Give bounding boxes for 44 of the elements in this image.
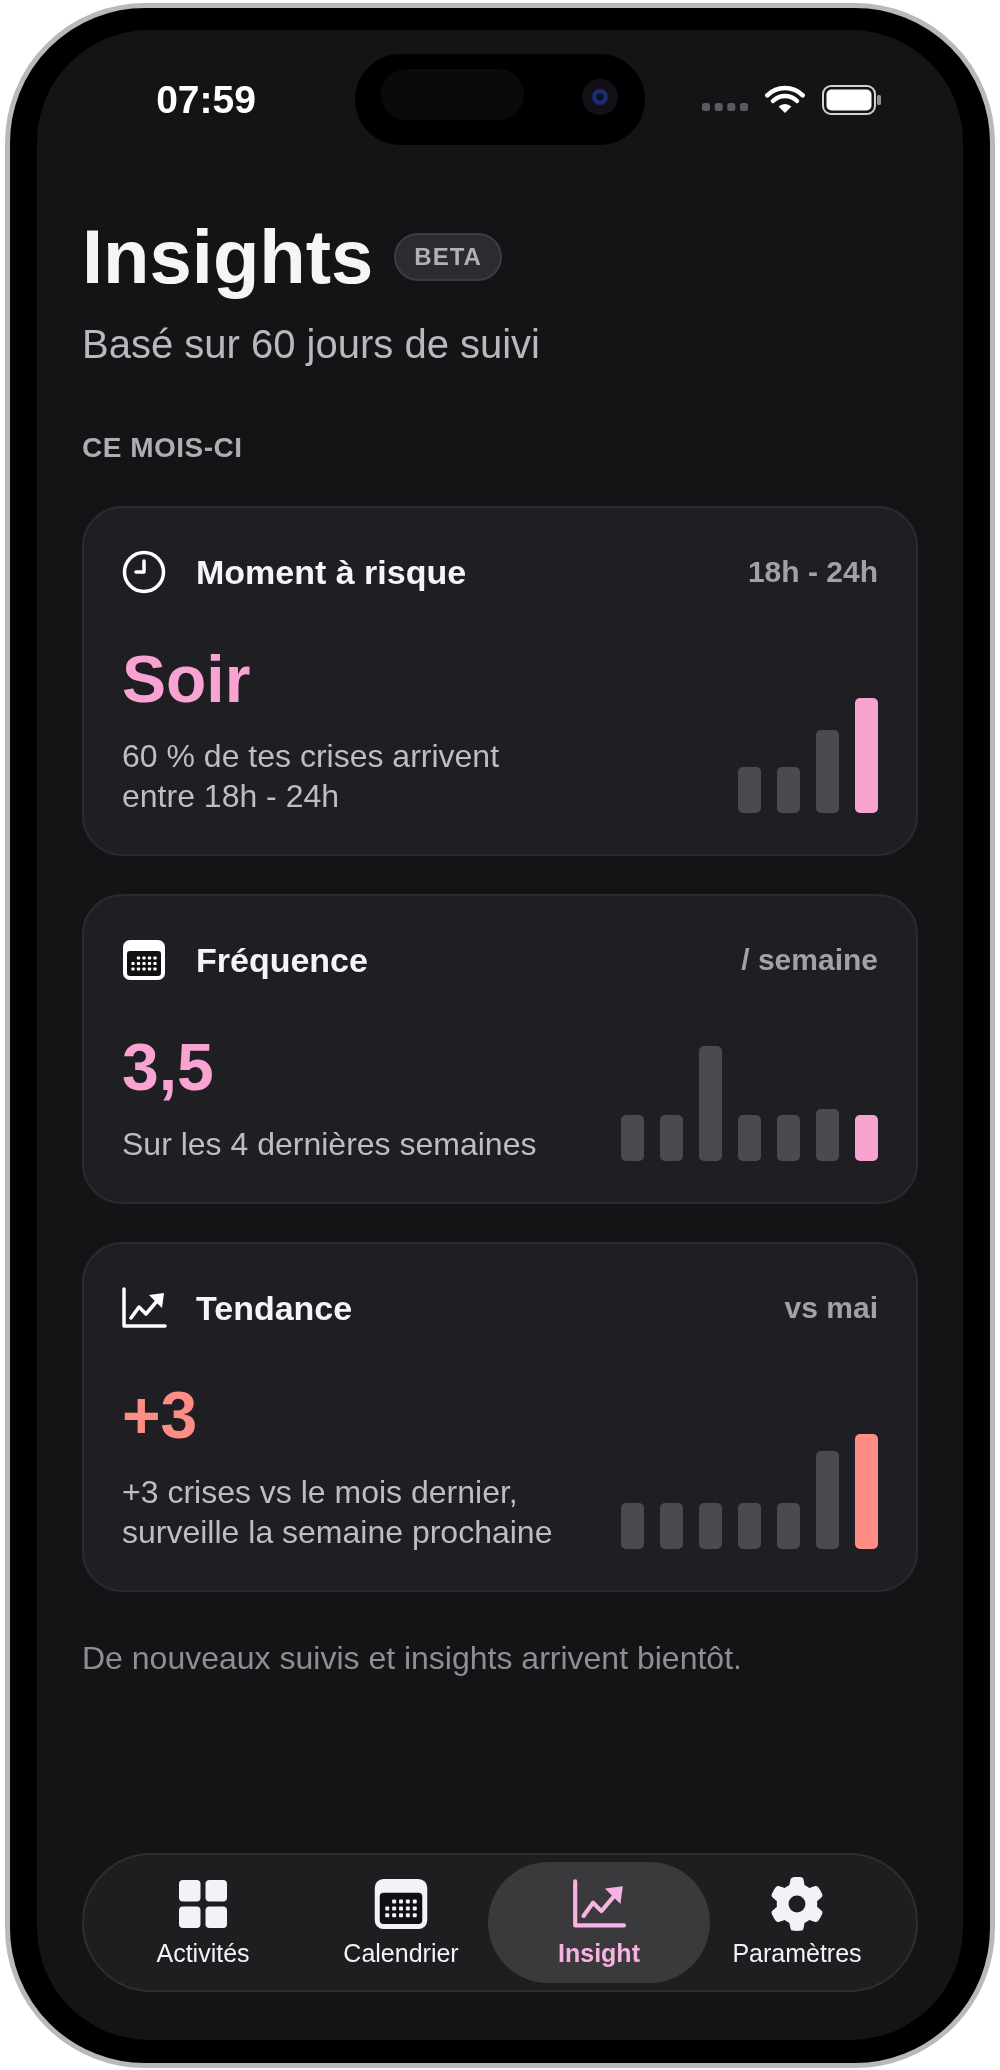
tab[interactable]: Paramètres bbox=[722, 1862, 872, 1983]
footer-note: De nouveaux suivis et insights arrivent bientôt. bbox=[82, 1642, 742, 1674]
card-description: 60 % de tes crises arrivent entre 18h - 24h bbox=[122, 737, 501, 816]
chart-bar bbox=[699, 1503, 722, 1549]
chart-bar bbox=[621, 1503, 644, 1549]
wifi-icon bbox=[765, 85, 805, 114]
battery-icon bbox=[822, 84, 882, 115]
card-value: 3,5 bbox=[122, 1034, 214, 1100]
card-value: Soir bbox=[122, 646, 251, 712]
chart-bar bbox=[777, 767, 800, 813]
card-meta: 18h - 24h bbox=[747, 557, 878, 587]
tab[interactable]: Insight bbox=[488, 1862, 710, 1983]
card-value: +3 bbox=[122, 1382, 198, 1448]
clock-icon bbox=[122, 550, 166, 594]
chart-bar bbox=[816, 1109, 839, 1161]
calendar-icon bbox=[123, 940, 165, 980]
card-title: Fréquence bbox=[196, 943, 368, 977]
chart-bar bbox=[738, 767, 761, 813]
chart-bar bbox=[621, 1115, 644, 1161]
chart-bar bbox=[777, 1503, 800, 1549]
card-description: +3 crises vs le mois dernier, surveille la semaine prochaine bbox=[122, 1473, 554, 1552]
card-title: Tendance bbox=[196, 1291, 353, 1325]
card-meta: / semaine bbox=[741, 945, 878, 975]
chart-bar bbox=[660, 1115, 683, 1161]
beta-badge: BETA bbox=[394, 233, 502, 281]
card-description: Sur les 4 dernières semaines bbox=[122, 1125, 537, 1164]
tab[interactable]: Activités bbox=[146, 1862, 260, 1983]
trend-chart-icon bbox=[571, 1879, 627, 1929]
status-time: 07:59 bbox=[156, 80, 256, 119]
chart-bar bbox=[738, 1115, 761, 1161]
grid-icon bbox=[179, 1880, 227, 1928]
calendar-icon bbox=[374, 1879, 428, 1929]
signal-dots-icon bbox=[702, 102, 748, 111]
chart-bar bbox=[660, 1503, 683, 1549]
trend-chart-icon bbox=[121, 1287, 167, 1329]
chart-bar bbox=[777, 1115, 800, 1161]
tab[interactable]: Calendrier bbox=[333, 1862, 469, 1983]
card-title: Moment à risque bbox=[196, 555, 467, 589]
settings-icon bbox=[770, 1877, 824, 1931]
page-subtitle: Basé sur 60 jours de suivi bbox=[82, 324, 540, 364]
section-label: CE MOIS-CI bbox=[82, 434, 243, 462]
chart-bar bbox=[738, 1503, 761, 1549]
camera-lens-icon bbox=[582, 79, 618, 115]
card-meta: vs mai bbox=[784, 1293, 878, 1323]
